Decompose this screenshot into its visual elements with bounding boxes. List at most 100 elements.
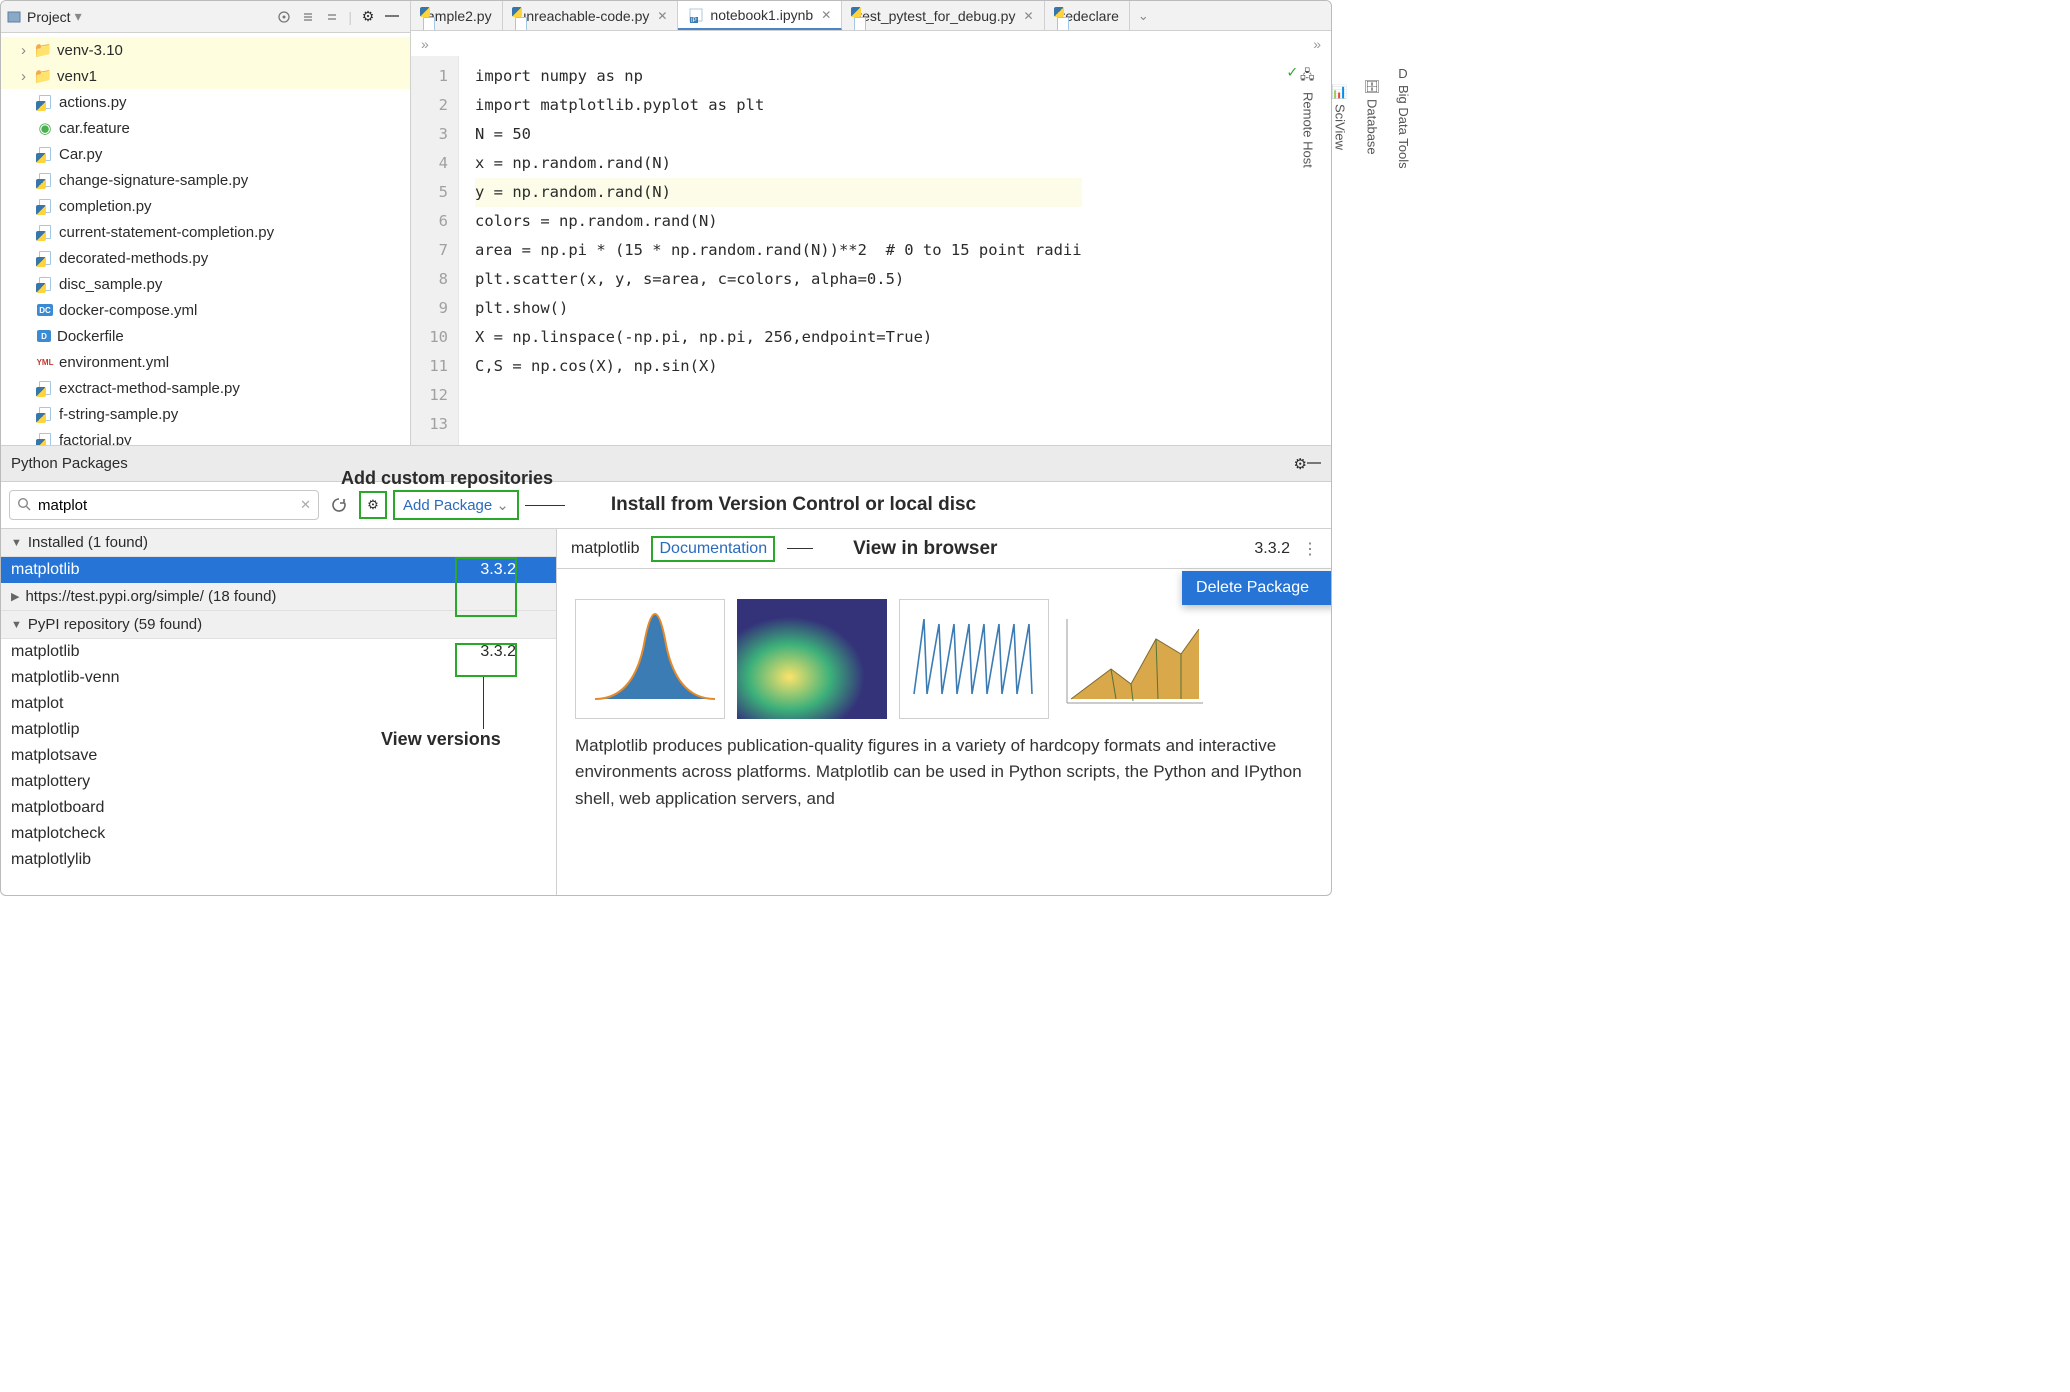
tree-item[interactable]: ◉car.feature [1, 115, 410, 141]
editor-tab[interactable]: IPnotebook1.ipynb✕ [678, 1, 842, 30]
chevron-down-icon: ⌄ [496, 496, 509, 514]
tree-item[interactable]: change-signature-sample.py [1, 167, 410, 193]
code-editor[interactable]: 12345678910111213 import numpy as npimpo… [411, 56, 1331, 445]
breadcrumb-overflow-icon[interactable]: » [1313, 36, 1321, 52]
callout-version-highlight [455, 557, 517, 617]
dropdown-chevron-icon[interactable]: ▾ [75, 8, 82, 25]
close-tab-icon[interactable]: ✕ [1023, 9, 1033, 23]
project-title[interactable]: Project [27, 9, 71, 25]
tabs-overflow-icon[interactable]: ⌄ [1130, 1, 1157, 30]
tree-item-label: current-statement-completion.py [59, 224, 274, 241]
code-content[interactable]: import numpy as npimport matplotlib.pypl… [459, 56, 1082, 445]
thumbnail-histogram [575, 599, 725, 719]
project-tree[interactable]: ›📁venv-3.10›📁venv1 actions.py ◉car.feature… [1, 33, 410, 445]
editor-tab[interactable]: redeclare [1045, 1, 1130, 30]
tree-item[interactable]: DDockerfile [1, 323, 410, 349]
thumbnail-heatmap [737, 599, 887, 719]
tree-item-label: docker-compose.yml [59, 302, 197, 319]
right-tool-stripe: 🖧Remote Host📊SciView🗄DatabaseDBig Data T… [1298, 60, 1332, 175]
tree-item-label: actions.py [59, 94, 127, 111]
tree-item[interactable]: decorated-methods.py [1, 245, 410, 271]
python-packages-panel: Python Packages ⚙ Add custom repositorie… [1, 446, 1331, 895]
tree-item[interactable]: current-statement-completion.py [1, 219, 410, 245]
line-gutter: 12345678910111213 [411, 56, 459, 445]
editor-tab[interactable]: unreachable-code.py✕ [503, 1, 679, 30]
tree-item[interactable]: Car.py [1, 141, 410, 167]
tree-item-label: change-signature-sample.py [59, 172, 248, 189]
package-search: ✕ [9, 490, 319, 520]
tree-item-label: decorated-methods.py [59, 250, 208, 267]
search-icon [17, 497, 31, 511]
delete-package-menu-item[interactable]: Delete Package [1182, 571, 1331, 605]
tree-item[interactable]: exctract-method-sample.py [1, 375, 410, 401]
breadcrumb[interactable]: » » [411, 31, 1331, 56]
editor-tab[interactable]: ample2.py [411, 1, 503, 30]
tree-item-label: car.feature [59, 120, 130, 137]
tree-item[interactable]: disc_sample.py [1, 271, 410, 297]
tree-item[interactable]: completion.py [1, 193, 410, 219]
tree-item-label: venv-3.10 [57, 42, 123, 59]
callout-version-highlight-2 [455, 643, 517, 677]
package-row[interactable]: matplottery [1, 769, 556, 795]
packages-title: Python Packages [11, 455, 128, 472]
editor-tabs: ample2.pyunreachable-code.py✕IPnotebook1… [411, 1, 1331, 31]
thumbnail-surface [1061, 599, 1211, 719]
callout-add-repositories: Add custom repositories [341, 468, 553, 489]
tree-item-label: factorial.py [59, 432, 132, 446]
callout-view-versions: View versions [381, 729, 501, 750]
tool-window-tab[interactable]: 📊SciView [1329, 78, 1332, 156]
tree-item[interactable]: ›📁venv-3.10 [1, 37, 410, 63]
tree-item-label: environment.yml [59, 354, 169, 371]
package-row[interactable]: matplotboard [1, 795, 556, 821]
close-tab-icon[interactable]: ✕ [657, 9, 667, 23]
package-section-header[interactable]: ▼Installed (1 found) [1, 529, 556, 557]
package-row[interactable]: matplot [1, 691, 556, 717]
callout-view-browser: View in browser [853, 538, 997, 560]
tool-window-tab[interactable]: 🖧Remote Host [1298, 60, 1317, 174]
project-icon [7, 10, 21, 24]
package-row[interactable]: matplotcheck [1, 821, 556, 847]
package-description: Matplotlib produces publication-quality … [557, 733, 1331, 812]
locate-icon[interactable] [276, 9, 292, 25]
editor-tab[interactable]: test_pytest_for_debug.py✕ [842, 1, 1044, 30]
inspection-ok-icon[interactable]: ✓ [1287, 62, 1297, 81]
detail-package-name: matplotlib [571, 540, 639, 558]
minimize-icon[interactable] [1307, 462, 1321, 465]
tree-item-label: Dockerfile [57, 328, 124, 345]
tree-item[interactable]: factorial.py [1, 427, 410, 445]
documentation-link[interactable]: Documentation [651, 536, 775, 562]
close-tab-icon[interactable]: ✕ [821, 8, 831, 22]
package-search-input[interactable] [9, 490, 319, 520]
tree-item-label: Car.py [59, 146, 102, 163]
minimize-icon[interactable] [384, 9, 400, 25]
collapse-all-icon[interactable] [324, 9, 340, 25]
tree-item[interactable]: f-string-sample.py [1, 401, 410, 427]
project-panel-header: Project ▾ | ⚙ [1, 1, 410, 33]
packages-list[interactable]: View versions ▼Installed (1 found) matplo… [1, 529, 557, 895]
tree-item-label: completion.py [59, 198, 152, 215]
tree-item[interactable]: YMLenvironment.yml [1, 349, 410, 375]
manage-repositories-button[interactable]: ⚙ [359, 491, 387, 519]
tree-item-label: venv1 [57, 68, 97, 85]
refresh-icon[interactable] [325, 491, 353, 519]
tree-item[interactable]: actions.py [1, 89, 410, 115]
packages-panel-header: Python Packages ⚙ [1, 446, 1331, 482]
tree-item[interactable]: DCdocker-compose.yml [1, 297, 410, 323]
gear-icon[interactable]: ⚙ [360, 9, 376, 25]
add-package-button[interactable]: Add Package ⌄ [393, 490, 519, 520]
expand-all-icon[interactable] [300, 9, 316, 25]
package-row[interactable]: matplotlylib [1, 847, 556, 873]
package-detail-pane: matplotlib Documentation View in browser… [557, 529, 1331, 895]
svg-text:IP: IP [691, 18, 697, 23]
tree-item[interactable]: ›📁venv1 [1, 63, 410, 89]
thumbnail-spikes [899, 599, 1049, 719]
project-panel: Project ▾ | ⚙ ›📁venv-3.10›📁venv1 actions.… [1, 1, 411, 445]
tree-item-label: exctract-method-sample.py [59, 380, 240, 397]
callout-install: Install from Version Control or local di… [611, 494, 976, 516]
tree-item-label: disc_sample.py [59, 276, 162, 293]
gear-icon[interactable]: ⚙ [1294, 455, 1307, 473]
more-actions-icon[interactable]: ⋮ [1302, 539, 1317, 559]
clear-search-icon[interactable]: ✕ [300, 497, 311, 513]
package-detail-header: matplotlib Documentation View in browser… [557, 529, 1331, 569]
tree-item-label: f-string-sample.py [59, 406, 178, 423]
